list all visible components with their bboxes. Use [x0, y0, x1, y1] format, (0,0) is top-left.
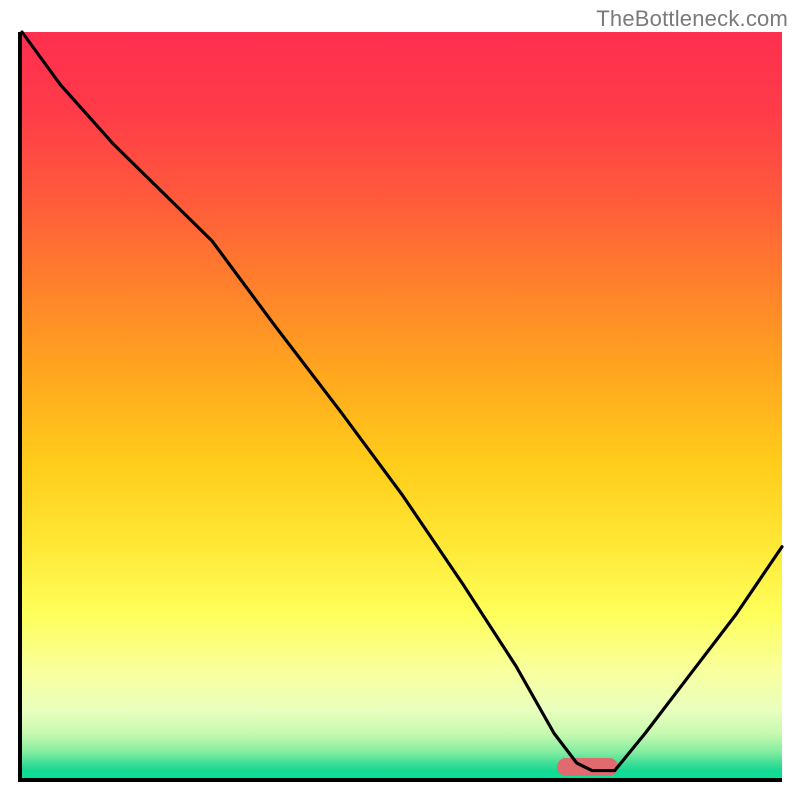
watermark-text: TheBottleneck.com: [596, 6, 788, 32]
bottleneck-curve-path: [22, 32, 782, 771]
chart-line-series: [22, 32, 782, 778]
chart-plot-area: [18, 32, 782, 782]
